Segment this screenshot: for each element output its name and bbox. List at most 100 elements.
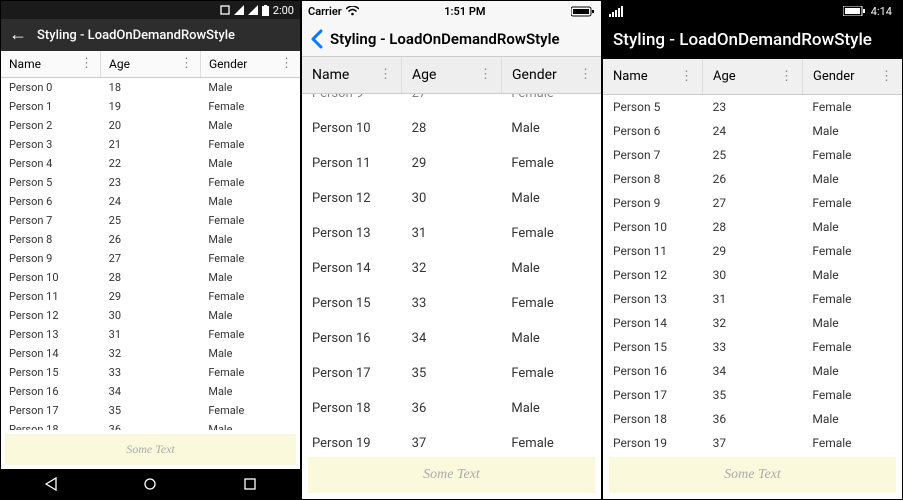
table-row[interactable]: Person 1028Male bbox=[1, 268, 300, 287]
table-row[interactable]: Person 1230Male bbox=[1, 306, 300, 325]
table-row[interactable]: Person 1735Female bbox=[603, 383, 902, 407]
ios-titlebar: Styling - LoadOnDemandRowStyle bbox=[302, 21, 601, 57]
column-header-name[interactable]: Name ⋮ bbox=[603, 59, 703, 94]
signal-icon bbox=[248, 5, 258, 15]
grid-body[interactable]: Person 9 27 Female Person 1028MalePerson… bbox=[302, 94, 601, 451]
table-row[interactable]: Person 1836Male bbox=[1, 420, 300, 430]
column-header-name[interactable]: Name ⋮ bbox=[1, 51, 101, 77]
battery-icon bbox=[571, 6, 595, 17]
table-row[interactable]: Person 1937Female bbox=[302, 426, 601, 451]
nav-back-icon[interactable] bbox=[44, 477, 58, 491]
table-row[interactable]: Person 220Male bbox=[1, 116, 300, 135]
table-row[interactable]: Person 1533Female bbox=[603, 335, 902, 359]
table-row[interactable]: Person 018Male bbox=[1, 78, 300, 97]
load-on-demand-row[interactable]: Some Text bbox=[308, 457, 595, 493]
column-header-age[interactable]: Age ⋮ bbox=[402, 57, 502, 93]
nav-recent-icon[interactable] bbox=[243, 477, 257, 491]
table-row[interactable]: Person 1533Female bbox=[302, 286, 601, 321]
column-header-gender[interactable]: Gender ⋮ bbox=[803, 59, 902, 94]
cell-age: 23 bbox=[703, 95, 803, 119]
cell-gender: Male bbox=[802, 263, 902, 287]
cell-age: 24 bbox=[101, 192, 201, 211]
table-row[interactable]: Person 725Female bbox=[603, 143, 902, 167]
statusbar-time: 2:00 bbox=[273, 4, 294, 17]
table-row[interactable]: Person 1634Male bbox=[1, 382, 300, 401]
table-row[interactable]: Person 1331Female bbox=[302, 216, 601, 251]
table-row[interactable]: Person 1836Male bbox=[302, 391, 601, 426]
table-row[interactable]: Person 1432Male bbox=[603, 311, 902, 335]
table-row[interactable]: Person 1533Female bbox=[1, 363, 300, 382]
table-row[interactable]: Person 1634Male bbox=[302, 321, 601, 356]
column-menu-icon[interactable]: ⋮ bbox=[780, 74, 792, 79]
grid-body[interactable]: Person 523FemalePerson 624MalePerson 725… bbox=[603, 95, 902, 451]
android-device: 2:00 ← Styling - LoadOnDemandRowStyle Na… bbox=[0, 0, 301, 500]
table-row[interactable]: Person 927Female bbox=[603, 191, 902, 215]
load-on-demand-row[interactable]: Some Text bbox=[609, 457, 896, 493]
table-row[interactable]: Person 1129Female bbox=[302, 146, 601, 181]
cell-gender: Female bbox=[200, 211, 300, 230]
column-label: Name bbox=[9, 57, 41, 71]
table-row[interactable]: Person 624Male bbox=[603, 119, 902, 143]
cell-name: Person 13 bbox=[302, 216, 402, 251]
column-header-name[interactable]: Name ⋮ bbox=[302, 57, 402, 93]
column-menu-icon[interactable]: ⋮ bbox=[280, 61, 292, 66]
column-header-gender[interactable]: Gender ⋮ bbox=[201, 51, 300, 77]
load-on-demand-row[interactable]: Some Text bbox=[5, 434, 296, 465]
cell-gender: Female bbox=[501, 94, 601, 111]
table-row[interactable]: Person 927Female bbox=[1, 249, 300, 268]
table-row[interactable]: Person 523Female bbox=[603, 95, 902, 119]
table-row[interactable]: Person 1735Female bbox=[1, 401, 300, 420]
table-row[interactable]: Person 1028Male bbox=[302, 111, 601, 146]
table-row[interactable]: Person 1230Male bbox=[302, 181, 601, 216]
table-row[interactable]: Person 1331Female bbox=[603, 287, 902, 311]
table-row[interactable]: Person 1129Female bbox=[1, 287, 300, 306]
back-arrow-icon[interactable]: ← bbox=[9, 26, 27, 44]
table-row[interactable]: Person 1432Male bbox=[1, 344, 300, 363]
table-row[interactable]: Person 422Male bbox=[1, 154, 300, 173]
column-menu-icon[interactable]: ⋮ bbox=[180, 61, 192, 66]
column-menu-icon[interactable]: ⋮ bbox=[479, 72, 491, 77]
battery-icon bbox=[843, 6, 865, 16]
column-menu-icon[interactable]: ⋮ bbox=[579, 72, 591, 77]
cell-name: Person 5 bbox=[603, 95, 703, 119]
table-row[interactable]: Person 1836Male bbox=[603, 407, 902, 431]
table-row[interactable]: Person 321Female bbox=[1, 135, 300, 154]
table-row[interactable]: Person 1937Female bbox=[603, 431, 902, 451]
cell-age: 26 bbox=[101, 230, 201, 249]
table-row[interactable]: Person 1432Male bbox=[302, 251, 601, 286]
table-row[interactable]: Person 826Male bbox=[1, 230, 300, 249]
table-row[interactable]: Person 1735Female bbox=[302, 356, 601, 391]
column-menu-icon[interactable]: ⋮ bbox=[379, 72, 391, 77]
back-chevron-icon[interactable] bbox=[310, 29, 324, 49]
table-row[interactable]: Person 725Female bbox=[1, 211, 300, 230]
column-header-age[interactable]: Age ⋮ bbox=[703, 59, 803, 94]
table-row[interactable]: Person 1634Male bbox=[603, 359, 902, 383]
table-row[interactable]: Person 1331Female bbox=[1, 325, 300, 344]
column-header-age[interactable]: Age ⋮ bbox=[101, 51, 201, 77]
table-row[interactable]: Person 523Female bbox=[1, 173, 300, 192]
table-row[interactable]: Person 119Female bbox=[1, 97, 300, 116]
wifi-icon bbox=[346, 6, 359, 16]
cell-gender: Male bbox=[501, 251, 601, 286]
column-menu-icon[interactable]: ⋮ bbox=[80, 61, 92, 66]
cell-age: 32 bbox=[402, 251, 502, 286]
column-menu-icon[interactable]: ⋮ bbox=[880, 74, 892, 79]
nav-home-icon[interactable] bbox=[143, 477, 157, 491]
column-header-gender[interactable]: Gender ⋮ bbox=[502, 57, 601, 93]
table-row[interactable]: Person 826Male bbox=[603, 167, 902, 191]
cell-name: Person 2 bbox=[1, 116, 101, 135]
table-row[interactable]: Person 1028Male bbox=[603, 215, 902, 239]
cell-name: Person 15 bbox=[302, 286, 402, 321]
table-row[interactable]: Person 1129Female bbox=[603, 239, 902, 263]
cell-gender: Male bbox=[200, 420, 300, 430]
cell-name: Person 14 bbox=[603, 311, 703, 335]
cell-name: Person 7 bbox=[1, 211, 101, 230]
grid-body[interactable]: Person 018MalePerson 119FemalePerson 220… bbox=[1, 78, 300, 430]
table-row[interactable]: Person 1230Male bbox=[603, 263, 902, 287]
cell-age: 28 bbox=[402, 111, 502, 146]
cell-name: Person 5 bbox=[1, 173, 101, 192]
table-row-partial[interactable]: Person 9 27 Female bbox=[302, 94, 601, 111]
table-row[interactable]: Person 624Male bbox=[1, 192, 300, 211]
cell-gender: Male bbox=[200, 116, 300, 135]
column-menu-icon[interactable]: ⋮ bbox=[680, 74, 692, 79]
